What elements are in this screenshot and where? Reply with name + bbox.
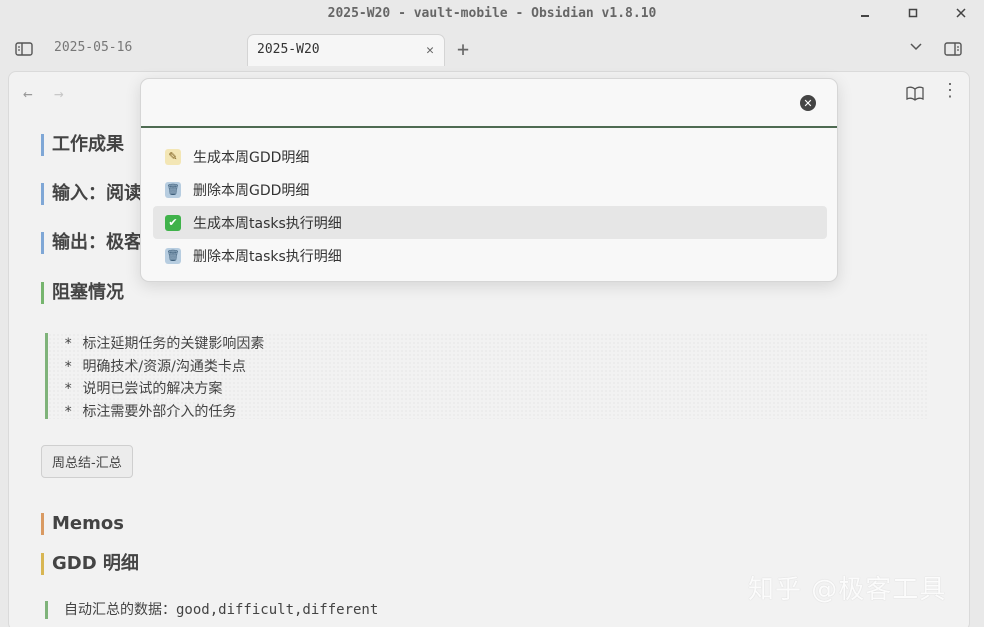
window-close-button[interactable] [948, 3, 974, 23]
watermark: 知乎 @极客工具 [748, 575, 947, 605]
minimize-button[interactable] [852, 3, 878, 23]
left-sidebar-toggle-icon[interactable] [14, 40, 34, 58]
command-suggestions: ✎ 生成本周GDD明细 🗑 删除本周GDD明细 ✔ 生成本周tasks执行明细 … [153, 140, 827, 272]
heading-memos: Memos [41, 513, 124, 535]
window-title: 2025-W20 - vault-mobile - Obsidian v1.8.… [327, 5, 657, 21]
forward-arrow-icon[interactable]: → [54, 84, 64, 103]
tab-2025-w20[interactable]: 2025-W20 ✕ [247, 34, 445, 66]
command-generate-gdd[interactable]: ✎ 生成本周GDD明细 [153, 140, 827, 173]
auto-summary-line: 自动汇总的数据：good,difficult,different [45, 601, 378, 619]
minimize-icon [861, 15, 869, 17]
auto-summary-value: good,difficult,different [176, 602, 379, 618]
command-label: 生成本周GDD明细 [193, 149, 310, 166]
maximize-button[interactable] [900, 3, 926, 23]
list-item: * 标注需要外部介入的任务 [64, 403, 237, 420]
heading-blockers: 阻塞情况 [41, 282, 124, 304]
list-item: * 说明已尝试的解决方案 [64, 381, 223, 397]
list-item: * 标注延期任务的关键影响因素 [64, 336, 265, 352]
trash-icon: 🗑 [165, 247, 181, 264]
command-delete-gdd[interactable]: 🗑 删除本周GDD明细 [153, 173, 827, 206]
close-icon [956, 8, 966, 18]
command-label: 删除本周GDD明细 [193, 182, 310, 199]
heading-gdd-details: GDD 明细 [41, 553, 139, 575]
check-icon: ✔ [165, 214, 181, 231]
maximize-icon [908, 8, 918, 18]
weekly-summary-button[interactable]: 周总结-汇总 [41, 445, 133, 478]
tab-bar: 2025-05-16 2025-W20 ✕ + [0, 33, 984, 66]
command-generate-tasks[interactable]: ✔ 生成本周tasks执行明细 [153, 206, 827, 239]
command-delete-tasks[interactable]: 🗑 删除本周tasks执行明细 [153, 239, 827, 272]
auto-summary-label: 自动汇总的数据： [64, 602, 176, 618]
right-sidebar-toggle-icon[interactable] [943, 40, 963, 58]
memo-icon: ✎ [165, 148, 181, 165]
window-controls [852, 3, 974, 23]
blockers-callout: * 标注延期任务的关键影响因素 * 明确技术/资源/沟通类卡点 * 说明已尝试的解决方… [45, 333, 927, 420]
new-tab-button[interactable]: + [457, 37, 469, 61]
command-label: 删除本周tasks执行明细 [193, 248, 342, 265]
title-bar: 2025-W20 - vault-mobile - Obsidian v1.8.… [0, 0, 984, 26]
tab-label: 2025-W20 [257, 42, 320, 57]
chevron-down-icon[interactable] [909, 40, 923, 54]
reading-view-icon[interactable] [905, 84, 925, 102]
back-arrow-icon[interactable]: ← [23, 84, 33, 103]
command-palette: ✕ ✎ 生成本周GDD明细 🗑 删除本周GDD明细 ✔ 生成本周tasks执行明… [140, 78, 838, 282]
tab-2025-05-16[interactable]: 2025-05-16 [54, 40, 132, 55]
clear-search-icon[interactable]: ✕ [800, 95, 816, 111]
command-label: 生成本周tasks执行明细 [193, 215, 342, 232]
heading-output-geek: 输出：极客 [41, 232, 142, 254]
trash-icon: 🗑 [165, 181, 181, 198]
command-search-input[interactable] [141, 79, 837, 128]
heading-work-results: 工作成果 [41, 134, 124, 156]
more-options-icon[interactable]: ⋮ [941, 82, 959, 100]
tab-close-icon[interactable]: ✕ [426, 43, 434, 58]
list-item: * 明确技术/资源/沟通类卡点 [64, 358, 246, 375]
heading-input-reading: 输入：阅读 [41, 183, 142, 205]
blockers-list: * 标注延期任务的关键影响因素 * 明确技术/资源/沟通类卡点 * 说明已尝试的解决方… [48, 333, 927, 423]
